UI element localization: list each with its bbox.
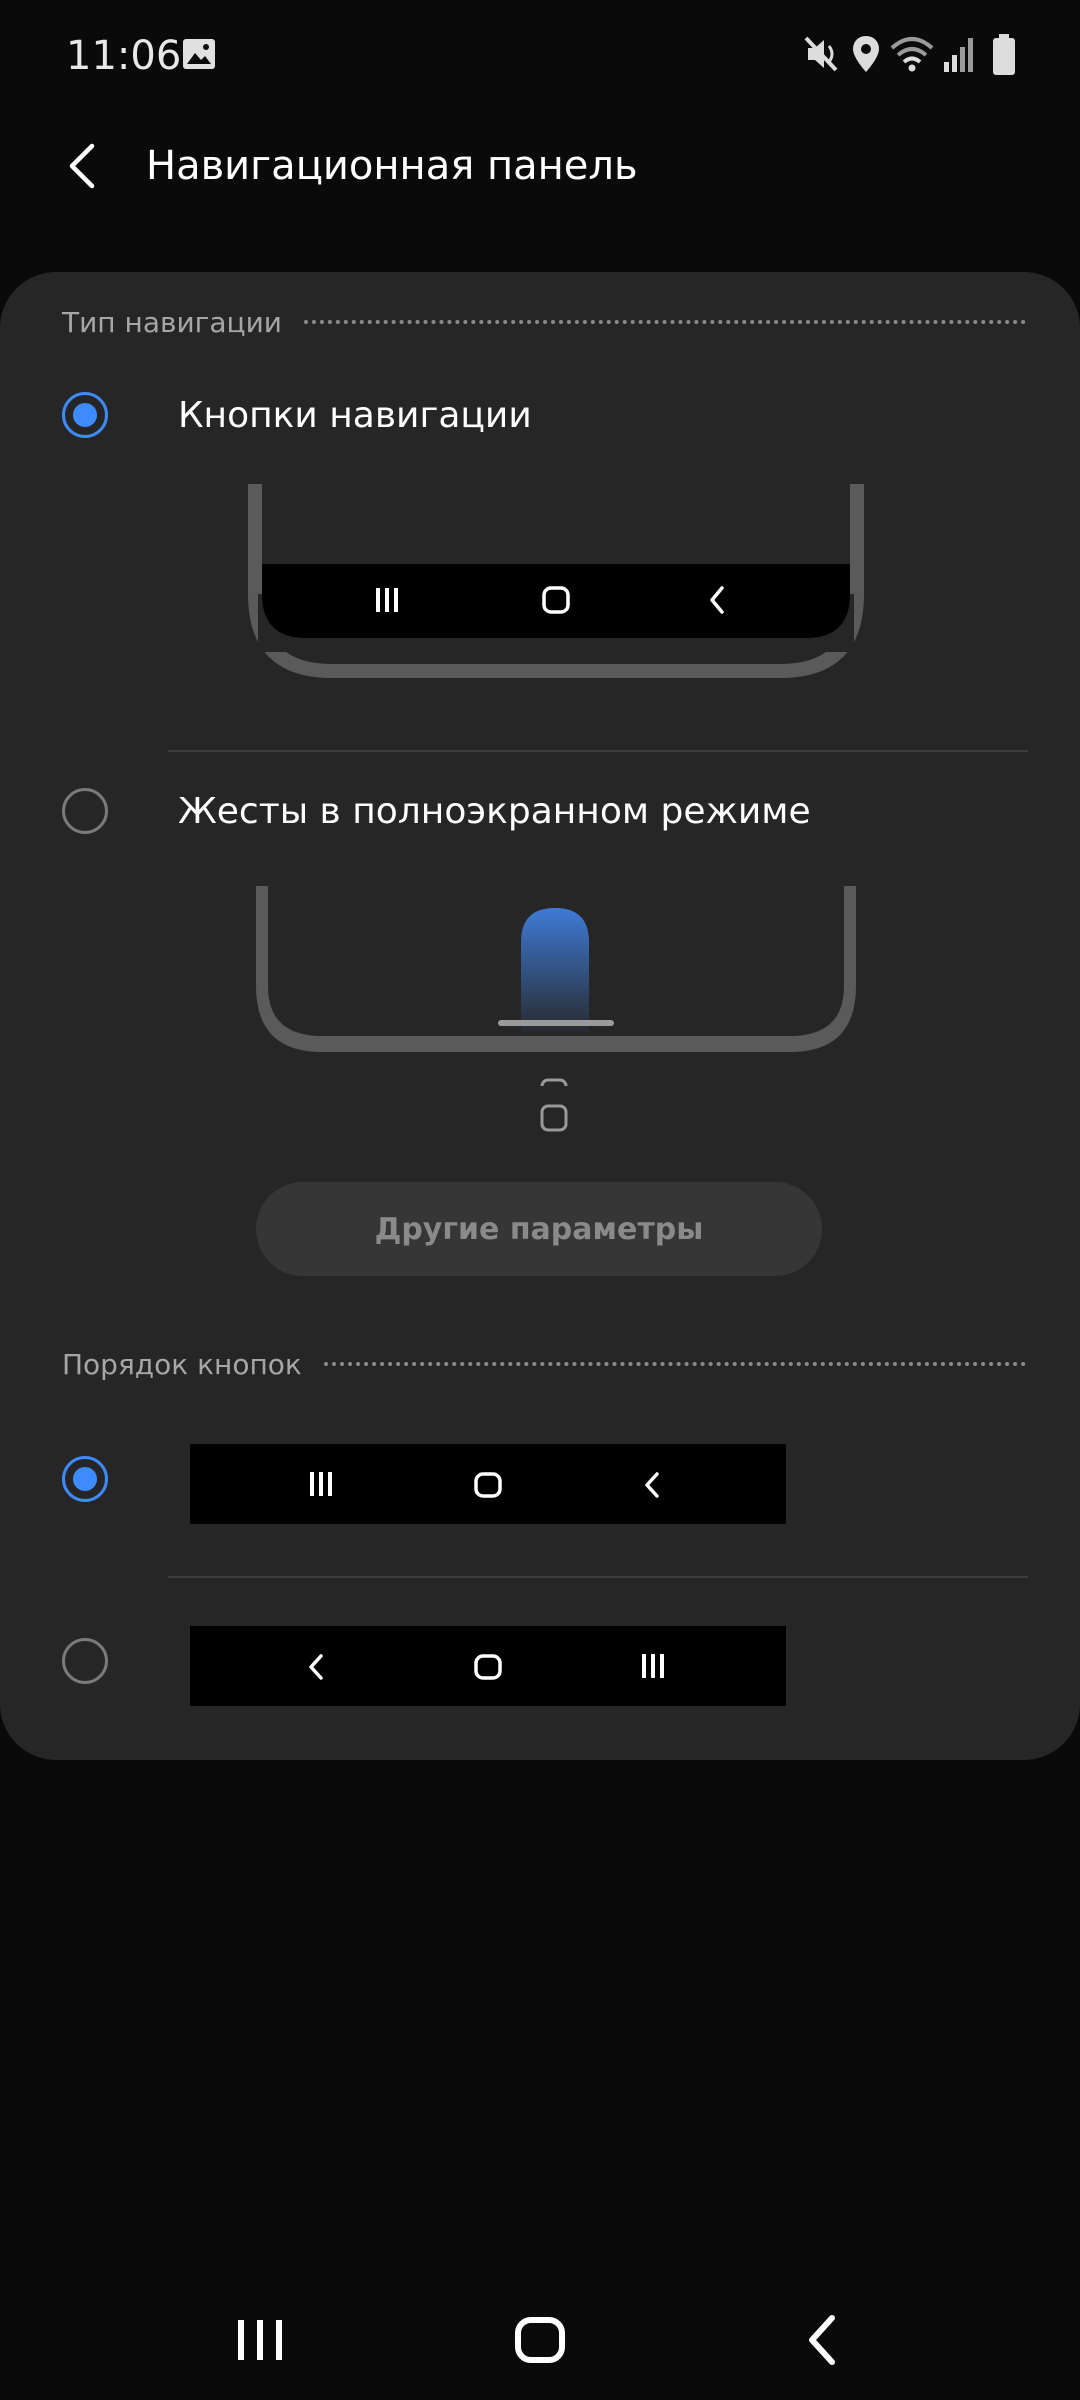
image-icon	[183, 39, 215, 69]
mute-icon	[804, 36, 838, 72]
back-arrow-icon[interactable]	[52, 134, 116, 198]
radio-navigation-buttons[interactable]	[62, 392, 108, 438]
status-time: 11:06	[66, 33, 182, 79]
gestures-preview-illustration	[256, 886, 856, 1086]
option-divider	[168, 750, 1028, 752]
back-icon	[645, 1472, 659, 1498]
back-icon	[309, 1654, 323, 1680]
page-title: Навигационная панель	[146, 143, 638, 189]
home-icon[interactable]	[500, 2300, 580, 2380]
option-label: Жесты в полноэкранном режиме	[178, 791, 811, 832]
home-icon	[474, 1654, 502, 1680]
radio-button-order-recents-first[interactable]	[62, 1456, 108, 1502]
recents-icon	[642, 1654, 664, 1678]
recents-icon	[310, 1472, 332, 1496]
signal-icon	[944, 38, 973, 72]
more-options-button[interactable]: Другие параметры	[256, 1182, 822, 1276]
app-bar: Навигационная панель	[0, 110, 1080, 230]
wifi-icon	[890, 37, 934, 72]
back-icon[interactable]	[782, 2300, 862, 2380]
location-icon	[853, 36, 879, 72]
home-icon	[540, 1078, 568, 1086]
option-label: Кнопки навигации	[178, 395, 532, 436]
section-header-navigation-type: Тип навигации	[62, 302, 1026, 342]
button-order-preview	[190, 1444, 786, 1524]
radio-button-order-back-first[interactable]	[62, 1638, 108, 1684]
system-navigation-bar	[0, 2270, 1080, 2400]
home-icon	[474, 1472, 502, 1498]
radio-full-screen-gestures[interactable]	[62, 788, 108, 834]
recents-icon	[376, 588, 398, 612]
section-label: Порядок кнопок	[62, 1347, 302, 1381]
battery-icon	[993, 34, 1015, 75]
navigation-buttons-preview-illustration	[248, 484, 864, 678]
section-label: Тип навигации	[62, 305, 282, 339]
status-bar: 11:06	[0, 0, 1080, 110]
settings-card: Тип навигации Кнопки навигации Жесты в п…	[0, 272, 1080, 1760]
recents-icon[interactable]	[220, 2300, 300, 2380]
option-divider	[168, 1576, 1028, 1578]
button-order-preview	[190, 1626, 786, 1706]
gesture-hint-home-icon	[540, 1104, 568, 1132]
section-divider-dots	[323, 1362, 1026, 1366]
section-divider-dots	[304, 320, 1026, 324]
section-header-button-order: Порядок кнопок	[62, 1344, 1026, 1384]
